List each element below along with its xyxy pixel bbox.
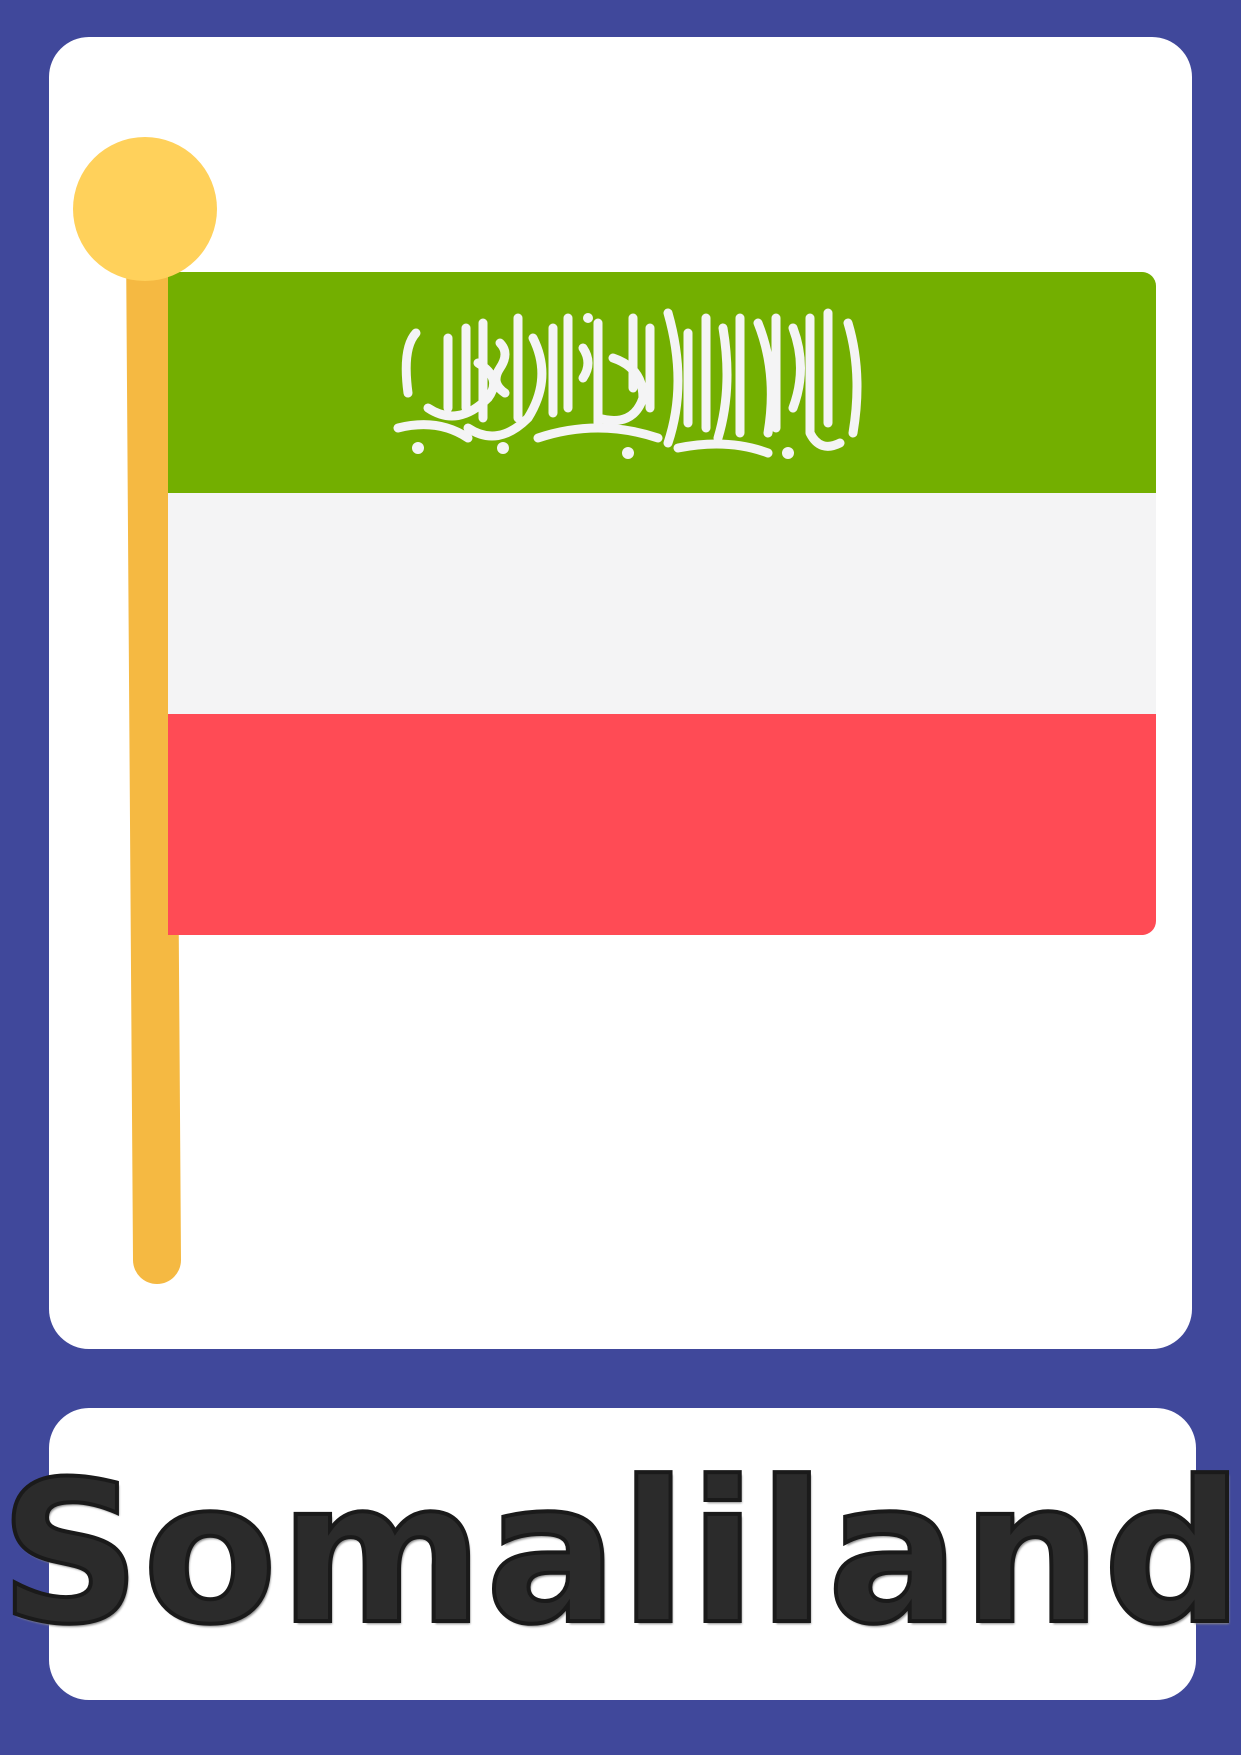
- flag-stripe-red: [168, 714, 1156, 935]
- somaliland-flag: [168, 272, 1156, 935]
- flag-stripe-white: [168, 493, 1156, 876]
- flag-stripe-green: [168, 272, 1156, 493]
- label-panel: Somaliland: [0, 1408, 1241, 1700]
- shahada-inscription: [393, 308, 862, 459]
- country-name-label: Somaliland: [0, 1438, 1241, 1670]
